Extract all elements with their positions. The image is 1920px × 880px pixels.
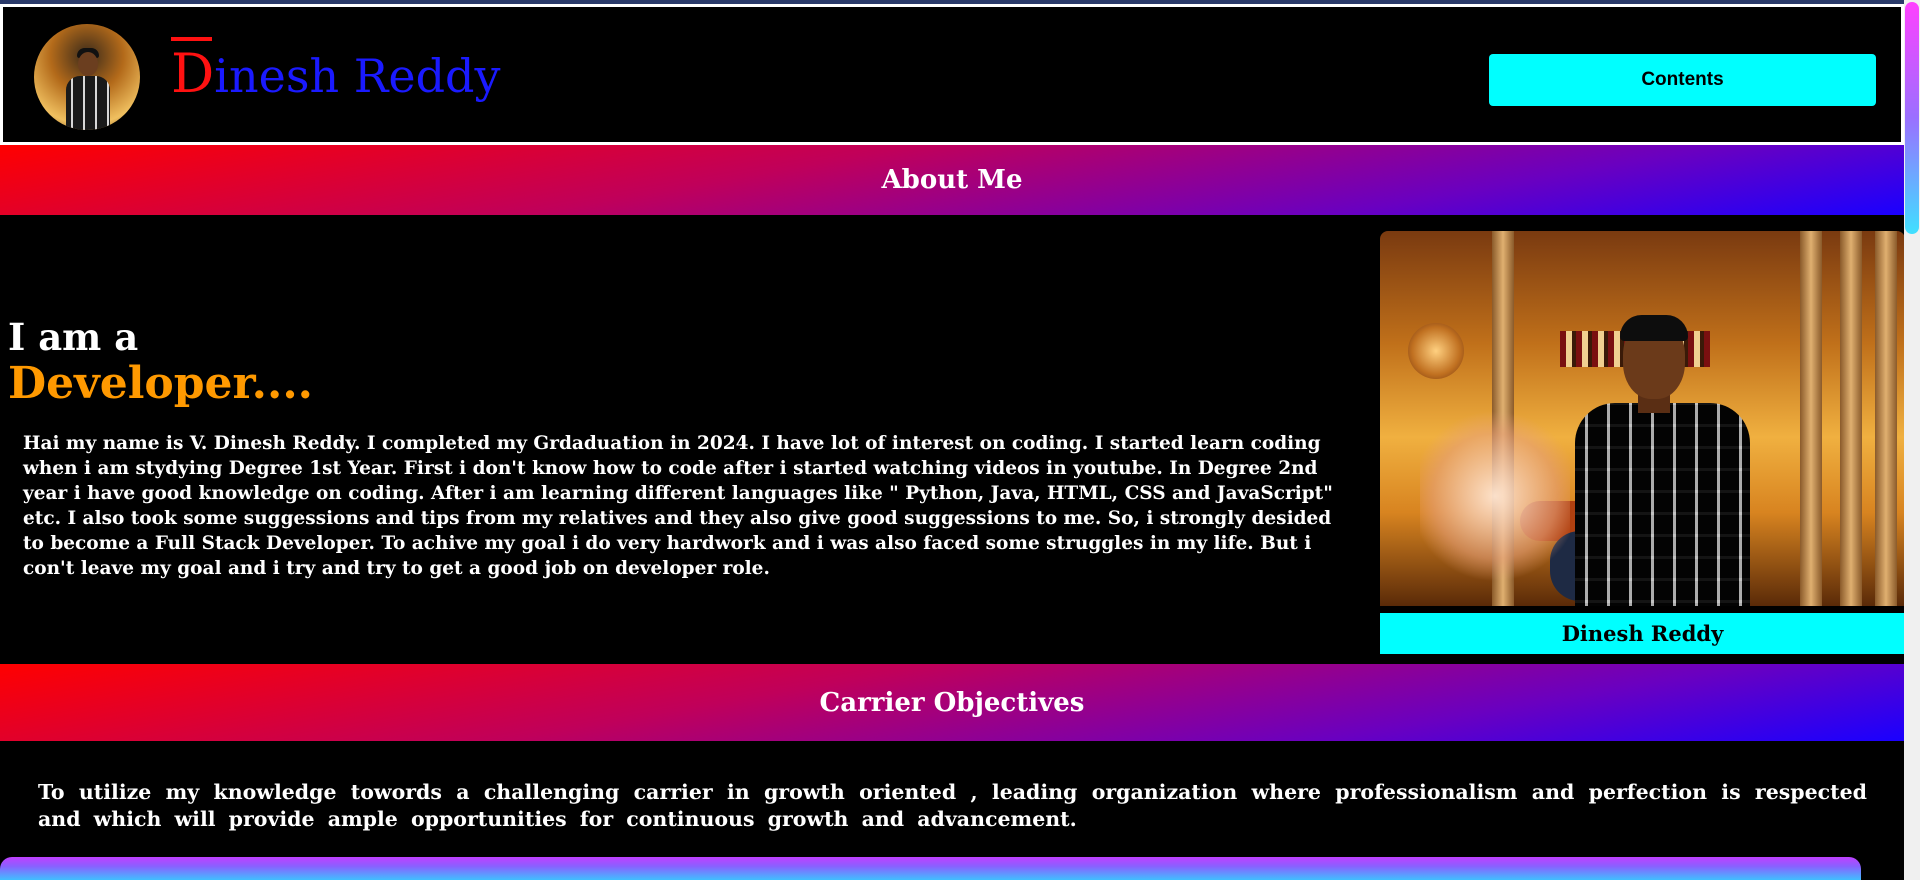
- brand-initial: D: [171, 42, 215, 105]
- profile-photo: [1380, 231, 1905, 606]
- about-heading: About Me: [0, 145, 1904, 215]
- contents-button[interactable]: Contents: [1489, 54, 1876, 106]
- avatar: [34, 24, 140, 130]
- carrier-heading: Carrier Objectives: [0, 664, 1904, 741]
- scrollbar-thumb[interactable]: [1905, 2, 1919, 234]
- next-section-bar: [0, 857, 1861, 880]
- intro-line-2: Developer....: [8, 358, 313, 409]
- carrier-paragraph: To utilize my knowledge towords a challe…: [38, 780, 1867, 831]
- about-paragraph: Hai my name is V. Dinesh Reddy. I comple…: [23, 433, 1333, 579]
- photo-caption: Dinesh Reddy: [1380, 613, 1905, 654]
- intro-line-1: I am a: [8, 315, 139, 359]
- site-logo-text: Dinesh Reddy: [171, 47, 500, 101]
- site-header: Dinesh Reddy Contents: [0, 4, 1904, 145]
- brand-name: inesh Reddy: [214, 49, 501, 103]
